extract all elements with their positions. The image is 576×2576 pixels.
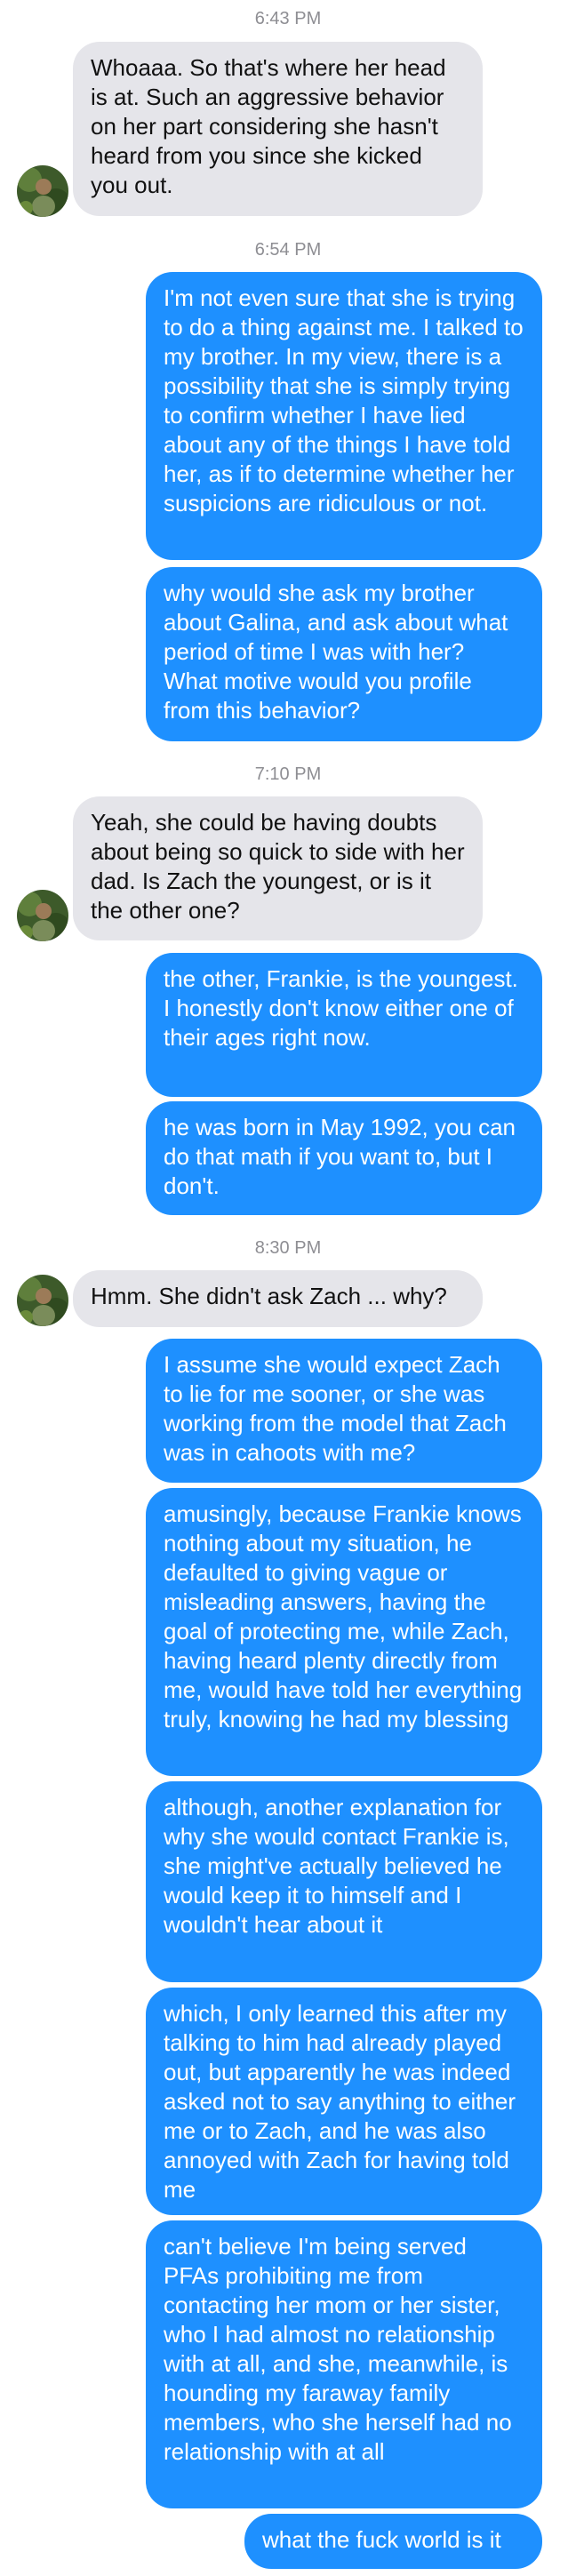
outgoing-message[interactable]: which, I only learned this after my talk… xyxy=(146,1988,542,2215)
outgoing-message[interactable]: he was born in May 1992, you can do that… xyxy=(146,1101,542,1215)
timestamp: 6:43 PM xyxy=(254,9,322,28)
incoming-message[interactable]: Yeah, she could be having doubts about b… xyxy=(73,796,483,940)
outgoing-message[interactable]: what the fuck world is it xyxy=(244,2514,542,2569)
incoming-message[interactable]: Hmm. She didn't ask Zach ... why? xyxy=(73,1270,483,1327)
timestamp: 7:10 PM xyxy=(254,764,322,784)
outgoing-message[interactable]: why would she ask my brother about Galin… xyxy=(146,567,542,741)
contact-avatar-icon[interactable] xyxy=(17,890,68,941)
outgoing-message[interactable]: can't believe I'm being served PFAs proh… xyxy=(146,2220,542,2508)
timestamp: 6:54 PM xyxy=(254,240,322,260)
outgoing-message[interactable]: I assume she would expect Zach to lie fo… xyxy=(146,1339,542,1483)
contact-avatar-icon[interactable] xyxy=(17,1275,68,1326)
timestamp: 8:30 PM xyxy=(254,1238,322,1258)
outgoing-message[interactable]: the other, Frankie, is the youngest. I h… xyxy=(146,953,542,1097)
contact-avatar-icon[interactable] xyxy=(17,165,68,217)
message-thread[interactable]: 6:43 PM Whoaaa. So that's where her head… xyxy=(0,0,576,2576)
incoming-message[interactable]: Whoaaa. So that's where her head is at. … xyxy=(73,42,483,216)
outgoing-message[interactable]: although, another explanation for why sh… xyxy=(146,1781,542,1982)
outgoing-message[interactable]: amusingly, because Frankie knows nothing… xyxy=(146,1488,542,1776)
outgoing-message[interactable]: I'm not even sure that she is trying to … xyxy=(146,272,542,560)
